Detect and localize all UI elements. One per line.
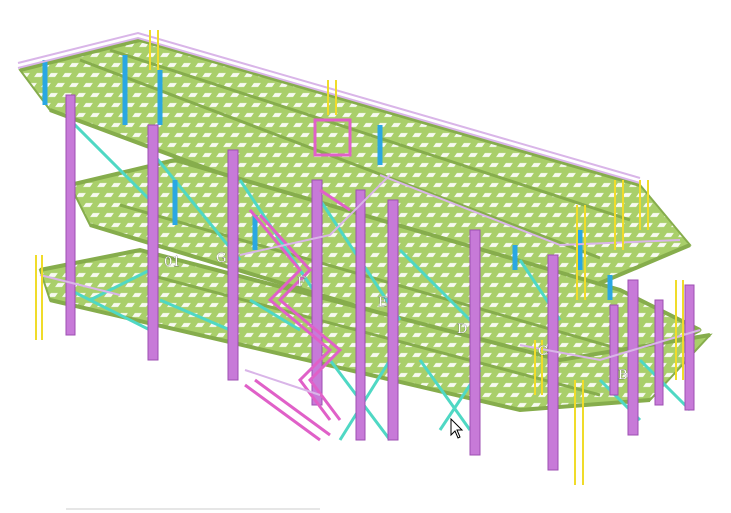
grid-label-01: 01 bbox=[164, 255, 181, 270]
grid-label-c: C bbox=[538, 344, 548, 359]
grid-label-b: B bbox=[618, 368, 628, 383]
grid-label-d: D bbox=[457, 322, 467, 337]
grid-label-e: E bbox=[378, 295, 388, 310]
arrow-cursor-icon bbox=[450, 418, 464, 439]
structural-model-viewport[interactable]: 01 G F E D C B bbox=[0, 0, 731, 513]
grid-label-g: G bbox=[216, 251, 226, 266]
steel-structure-3d-model: 01 G F E D C B bbox=[17, 30, 713, 485]
grid-label-f: F bbox=[297, 275, 306, 290]
horizontal-scrollbar[interactable] bbox=[66, 508, 320, 510]
